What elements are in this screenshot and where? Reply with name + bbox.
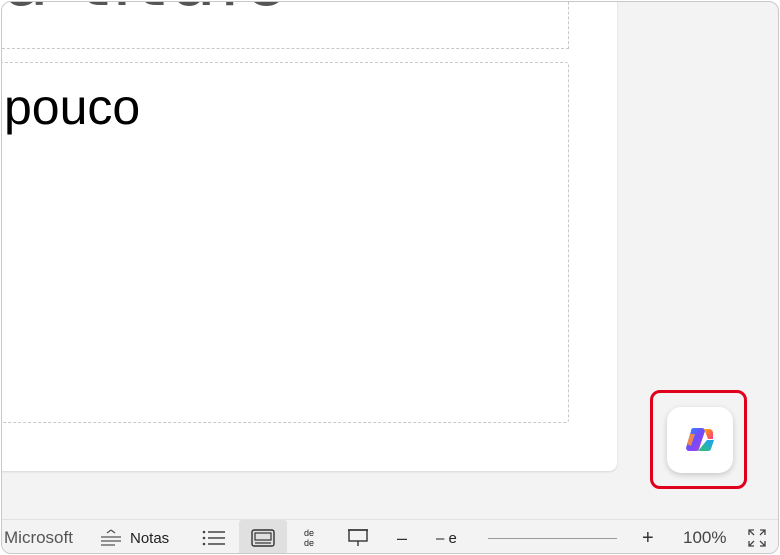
slide-canvas[interactable]: a título pouco	[2, 2, 617, 471]
app-name-text: Microsoft	[4, 528, 73, 547]
slide-sorter-button[interactable]: de de	[304, 520, 315, 553]
zoom-text: – e	[436, 529, 457, 547]
zoom-level[interactable]: 100%	[683, 520, 726, 553]
slide-body-text: pouco	[4, 79, 141, 135]
zoom-slider-thumb[interactable]	[464, 529, 488, 549]
slide-sorter-icon: de de	[304, 528, 315, 548]
notes-label: Notas	[130, 529, 170, 547]
slide-title: a título	[2, 2, 292, 24]
zoom-in-button[interactable]: +	[642, 520, 654, 553]
notes-icon	[101, 529, 121, 546]
normal-view-icon	[251, 529, 275, 547]
normal-view-button[interactable]	[239, 520, 287, 553]
presentation-icon	[348, 529, 368, 546]
status-bar: Microsoft Notas de de – – e + 100%	[2, 519, 778, 553]
slideshow-button[interactable]	[347, 520, 369, 553]
copilot-icon	[686, 428, 714, 452]
app-window: a título pouco	[1, 1, 779, 554]
notes-button[interactable]: Notas	[100, 520, 170, 553]
outline-view-button[interactable]	[202, 520, 226, 553]
zoom-slider-track[interactable]	[472, 538, 617, 539]
fit-to-window-button[interactable]	[747, 520, 767, 553]
copilot-button[interactable]	[667, 407, 733, 473]
zoom-out-button[interactable]: –	[397, 520, 407, 553]
outline-view-icon	[202, 530, 225, 546]
fit-window-icon	[748, 529, 766, 547]
